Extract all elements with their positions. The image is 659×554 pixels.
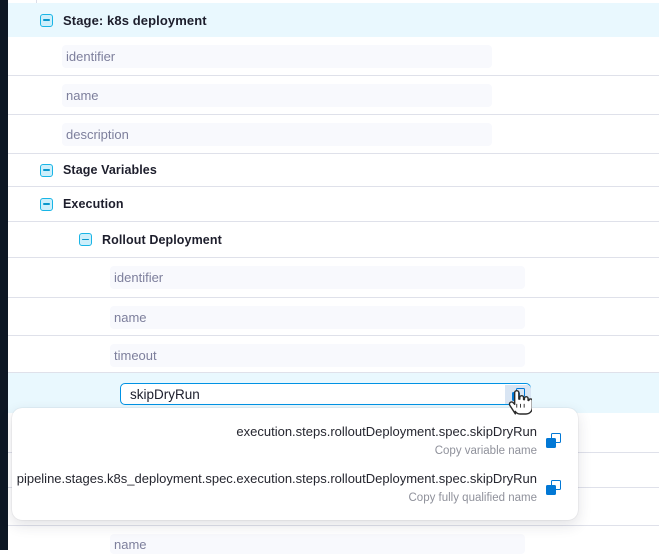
variable-label: name bbox=[110, 537, 147, 552]
variable-field-identifier[interactable]: identifier bbox=[62, 45, 492, 68]
copy-icon bbox=[512, 388, 525, 401]
tree-row-rollout-deployment[interactable]: Rollout Deployment bbox=[8, 222, 659, 258]
variable-field-name[interactable]: name bbox=[110, 306, 525, 329]
variable-field-name[interactable]: name bbox=[110, 534, 525, 554]
tree-row: identifier bbox=[8, 258, 659, 298]
variable-name-text: execution.steps.rolloutDeployment.spec.s… bbox=[236, 423, 537, 440]
tree-row-stage-k8s-deployment[interactable]: Stage: k8s deployment bbox=[8, 3, 659, 37]
collapse-icon[interactable] bbox=[40, 14, 53, 27]
collapse-icon[interactable] bbox=[40, 198, 53, 211]
copy-button[interactable] bbox=[505, 385, 531, 404]
copy-icon[interactable] bbox=[546, 433, 561, 448]
copy-action-label: Copy fully qualified name bbox=[17, 491, 537, 505]
tree-row-skipdryrun bbox=[8, 373, 659, 413]
variable-label: description bbox=[62, 127, 129, 142]
skipdryrun-input[interactable] bbox=[120, 383, 531, 405]
variable-field-description[interactable]: description bbox=[62, 123, 492, 146]
tree-row: name bbox=[8, 526, 659, 550]
variable-field-name[interactable]: name bbox=[62, 84, 492, 107]
panel-left-edge bbox=[0, 0, 8, 550]
tree-row-stage-variables[interactable]: Stage Variables bbox=[8, 154, 659, 187]
copy-icon[interactable] bbox=[546, 480, 561, 495]
section-label: Execution bbox=[63, 197, 124, 211]
variable-label: identifier bbox=[62, 49, 115, 64]
tree-row: name bbox=[8, 298, 659, 336]
copy-fqn-item[interactable]: pipeline.stages.k8s_deployment.spec.exec… bbox=[12, 464, 578, 511]
variable-label: name bbox=[110, 310, 147, 325]
collapse-icon[interactable] bbox=[79, 233, 92, 246]
section-label: Rollout Deployment bbox=[102, 233, 222, 247]
tree-row-execution[interactable]: Execution bbox=[8, 187, 659, 222]
tree-row: description bbox=[8, 115, 659, 154]
variable-field-timeout[interactable]: timeout bbox=[110, 344, 525, 367]
fqn-text: pipeline.stages.k8s_deployment.spec.exec… bbox=[17, 470, 537, 487]
copy-action-label: Copy variable name bbox=[236, 444, 537, 458]
variable-field-identifier[interactable]: identifier bbox=[110, 266, 525, 289]
copy-variable-popup: execution.steps.rolloutDeployment.spec.s… bbox=[12, 408, 578, 520]
copy-variable-name-item[interactable]: execution.steps.rolloutDeployment.spec.s… bbox=[12, 417, 578, 464]
section-label: Stage Variables bbox=[63, 163, 157, 177]
tree-row: identifier bbox=[8, 37, 659, 76]
variable-label: name bbox=[62, 88, 99, 103]
variable-label: timeout bbox=[110, 348, 157, 363]
tree-row: name bbox=[8, 76, 659, 115]
stage-section-label: Stage: k8s deployment bbox=[63, 13, 207, 28]
variable-label: identifier bbox=[110, 270, 163, 285]
collapse-icon[interactable] bbox=[40, 164, 53, 177]
tree-row: timeout bbox=[8, 336, 659, 373]
